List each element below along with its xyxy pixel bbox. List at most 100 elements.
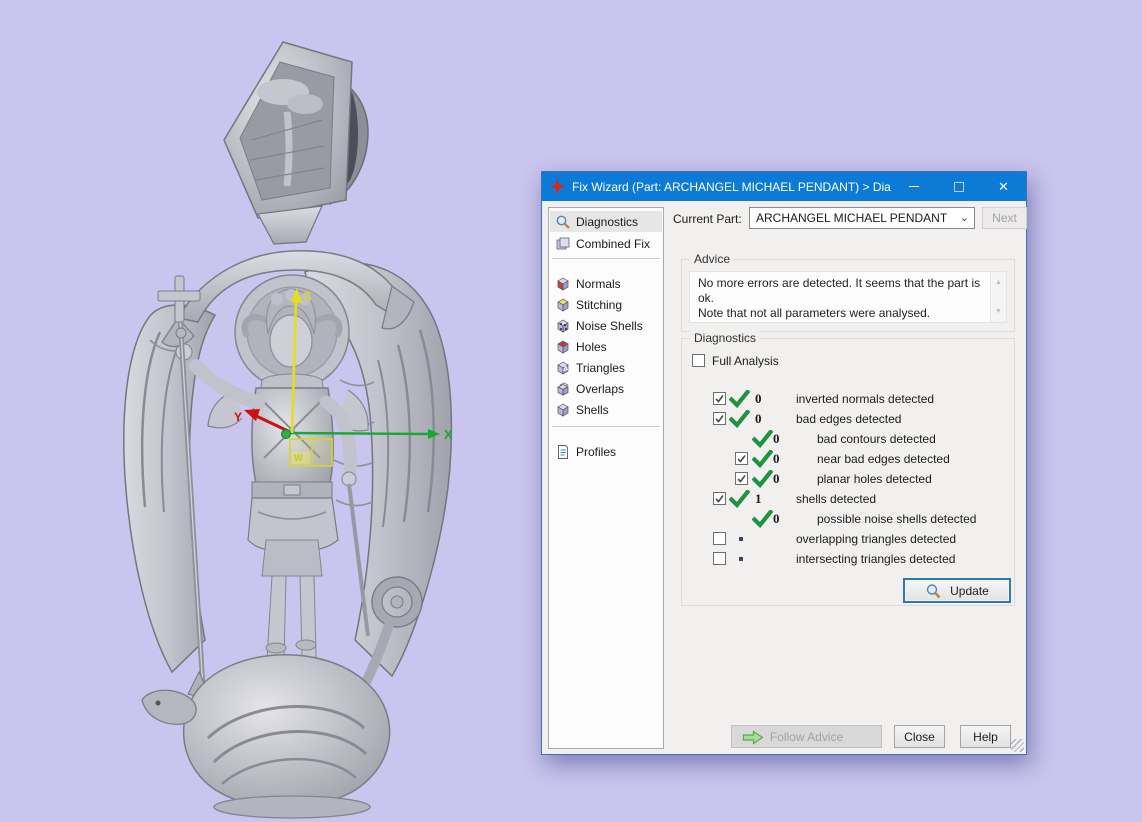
diagnostics-group-label: Diagnostics	[690, 331, 761, 345]
sidebar-separator	[552, 258, 660, 259]
follow-advice-button[interactable]: Follow Advice	[731, 725, 882, 748]
diagnostics-group: Diagnostics Full Analysis 0 inverted nor…	[681, 331, 1015, 606]
diagnostic-row: 0 inverted normals detected	[682, 389, 1014, 409]
sidebar-item-shells[interactable]: Shells	[550, 399, 662, 420]
sidebar-item-stitching[interactable]: Stitching	[550, 294, 662, 315]
ok-check-icon	[751, 509, 774, 531]
row-label: bad contours detected	[817, 432, 936, 446]
row-count: 1	[755, 491, 762, 506]
normals-cube-icon	[557, 277, 569, 291]
follow-advice-label: Follow Advice	[769, 729, 844, 744]
scroll-up-icon[interactable]: ▲	[991, 275, 1006, 290]
app-logo-icon	[550, 179, 565, 194]
diagnostic-row: 0 bad edges detected	[682, 409, 1014, 429]
sidebar-item-label: Normals	[576, 276, 621, 291]
chevron-down-icon: ⌄	[959, 212, 969, 224]
follow-advice-arrow-icon	[742, 730, 764, 745]
checkbox-check-icon	[715, 415, 724, 423]
ok-check-icon	[751, 429, 774, 451]
checkbox-check-icon	[715, 495, 724, 503]
stitching-cube-icon	[557, 298, 569, 312]
sidebar-separator	[552, 426, 660, 427]
sidebar-item-triangles[interactable]: Triangles	[550, 357, 662, 378]
axis-x-label: X	[444, 427, 453, 442]
maximize-icon	[953, 181, 964, 192]
sidebar-item-combined-fix[interactable]: Combined Fix	[550, 233, 662, 254]
triangles-cube-icon	[557, 361, 569, 375]
current-part-select[interactable]: ARCHANGEL MICHAEL PENDANT ⌄	[749, 207, 975, 229]
magnifier-icon	[556, 215, 570, 229]
advice-scrollbar[interactable]: ▲ ▼	[990, 272, 1006, 322]
advice-text-box: No more errors are detected. It seems th…	[689, 271, 1007, 323]
diagnostic-row: 0 planar holes detected	[682, 469, 1014, 489]
magnifier-icon	[926, 583, 941, 598]
ok-check-icon	[728, 489, 751, 511]
profiles-document-icon	[558, 444, 568, 459]
row-checkbox[interactable]	[713, 392, 726, 405]
sidebar-item-label: Holes	[576, 339, 607, 354]
diagnostic-row: 0 bad contours detected	[682, 429, 1014, 449]
scroll-down-icon[interactable]: ▼	[991, 304, 1006, 319]
sidebar-item-label: Diagnostics	[576, 214, 639, 229]
bullet-dot-icon	[739, 537, 743, 541]
axis-y-label: Y	[234, 410, 242, 424]
row-label: intersecting triangles detected	[796, 552, 956, 566]
axis-z-label: Z	[304, 289, 311, 303]
diagnostic-row: 0 possible noise shells detected	[682, 509, 1014, 529]
row-count: 0	[773, 451, 780, 466]
row-checkbox[interactable]	[735, 472, 748, 485]
sidebar-item-holes[interactable]: Holes	[550, 336, 662, 357]
current-part-label: Current Part:	[673, 212, 742, 226]
sidebar-item-overlaps[interactable]: Overlaps	[550, 378, 662, 399]
row-checkbox[interactable]	[713, 532, 726, 545]
sidebar-item-noise-shells[interactable]: Noise Shells	[550, 315, 662, 336]
row-label: inverted normals detected	[796, 392, 935, 406]
row-label: overlapping triangles detected	[796, 532, 957, 546]
sidebar-item-label: Overlaps	[576, 381, 625, 396]
update-button-label: Update	[950, 583, 989, 598]
sidebar-item-label: Shells	[576, 402, 609, 417]
3d-viewport[interactable]: X Y Z W	[0, 0, 540, 822]
row-count: 0	[755, 391, 762, 406]
advice-line: Note that not all parameters were analys…	[698, 306, 931, 320]
help-button[interactable]: Help	[960, 725, 1011, 748]
noise-shells-cube-icon	[557, 319, 569, 333]
next-button[interactable]: Next	[982, 207, 1027, 229]
row-label: near bad edges detected	[817, 452, 950, 466]
row-label: bad edges detected	[796, 412, 902, 426]
sidebar-item-label: Profiles	[576, 444, 617, 459]
resize-grip[interactable]	[1011, 739, 1024, 752]
maximize-button[interactable]	[936, 172, 981, 201]
row-checkbox[interactable]	[713, 492, 726, 505]
dialog-title: Fix Wizard (Part: ARCHANGEL MICHAEL PEND…	[572, 179, 891, 194]
fix-wizard-dialog: Fix Wizard (Part: ARCHANGEL MICHAEL PEND…	[541, 171, 1027, 755]
shells-cube-icon	[557, 403, 569, 417]
row-checkbox[interactable]	[735, 452, 748, 465]
checkbox-check-icon	[737, 475, 746, 483]
row-checkbox[interactable]	[713, 412, 726, 425]
close-button[interactable]: ✕	[981, 172, 1026, 201]
sidebar-item-label: Noise Shells	[576, 318, 643, 333]
diagnostic-row: 0 near bad edges detected	[682, 449, 1014, 469]
full-analysis-checkbox[interactable]	[692, 354, 705, 367]
close-icon: ✕	[998, 179, 1009, 194]
minimize-button[interactable]	[891, 172, 936, 201]
update-button[interactable]: Update	[903, 578, 1011, 603]
bullet-dot-icon	[739, 557, 743, 561]
minimize-icon	[908, 186, 919, 187]
row-checkbox[interactable]	[713, 552, 726, 565]
close-dialog-button[interactable]: Close	[894, 725, 945, 748]
checkbox-check-icon	[715, 395, 724, 403]
left-wing	[123, 304, 217, 674]
sidebar-item-normals[interactable]: Normals	[550, 273, 662, 294]
sidebar-item-profiles[interactable]: Profiles	[550, 441, 662, 462]
sidebar-item-label: Triangles	[576, 360, 625, 375]
ok-check-icon	[728, 389, 751, 411]
combined-fix-icon	[556, 237, 570, 249]
dialog-titlebar[interactable]: Fix Wizard (Part: ARCHANGEL MICHAEL PEND…	[542, 172, 1026, 201]
overlaps-cube-icon	[557, 381, 569, 396]
diagnostic-row: intersecting triangles detected	[682, 549, 1014, 569]
sidebar-item-label: Stitching	[576, 297, 623, 312]
sidebar-item-diagnostics[interactable]: Diagnostics	[550, 211, 662, 232]
advice-line: No more errors are detected. It seems th…	[698, 276, 981, 305]
